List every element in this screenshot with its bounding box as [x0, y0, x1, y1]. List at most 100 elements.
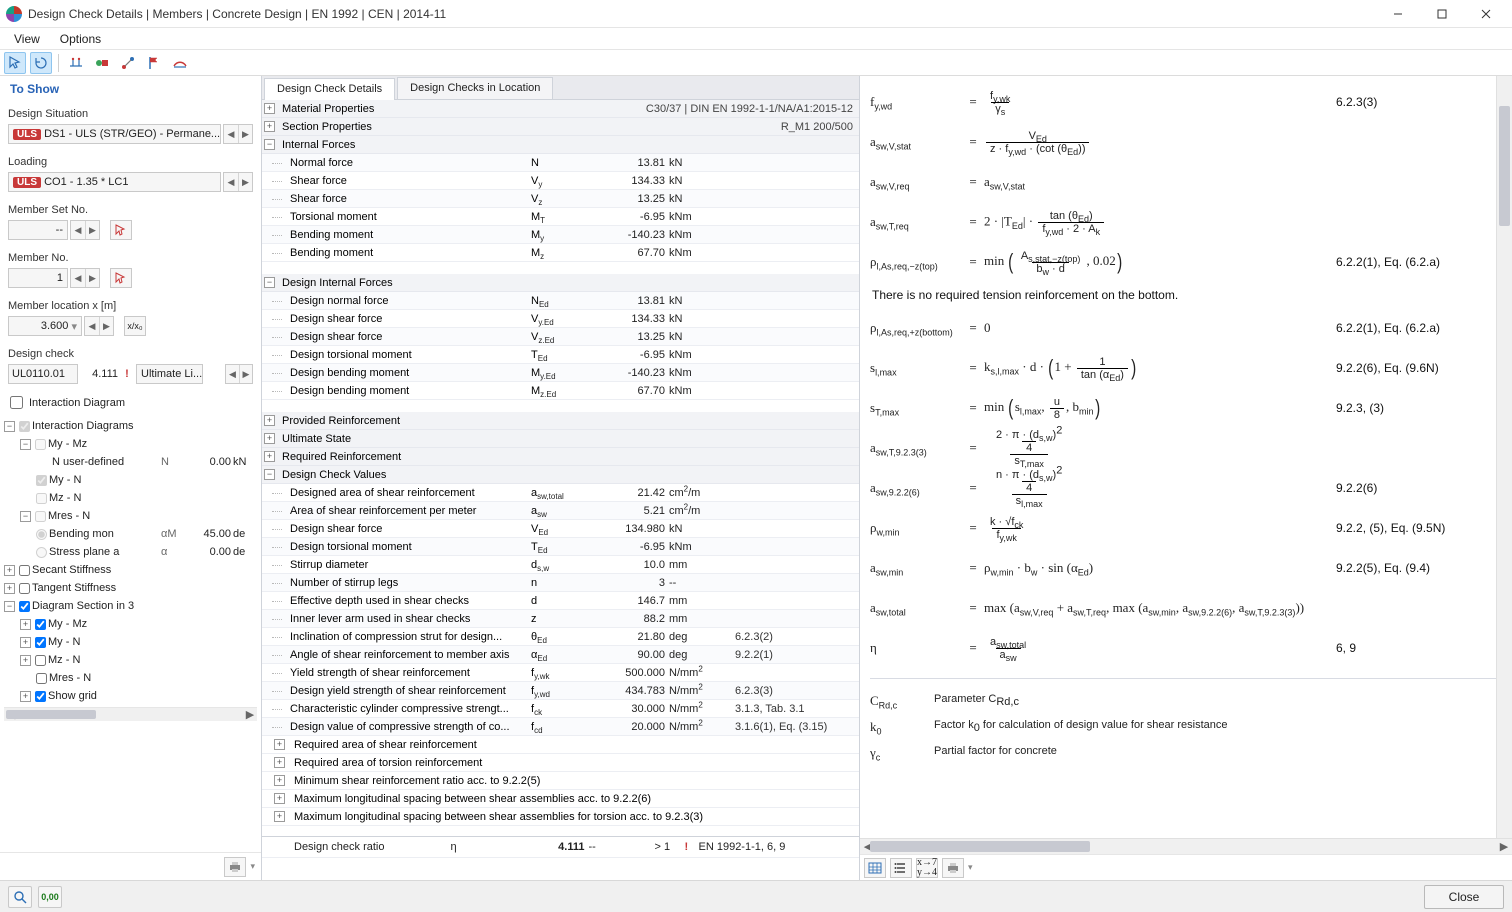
tree-label[interactable]: Interaction Diagrams — [32, 420, 134, 432]
member-no-combo[interactable]: 1 — [8, 268, 68, 288]
right-vscrollbar[interactable] — [1496, 76, 1512, 838]
right-hscrollbar[interactable]: ◀▶ — [860, 838, 1512, 854]
mset-next-button[interactable]: ▶ — [85, 221, 99, 239]
tree-label[interactable]: My - N — [48, 636, 80, 648]
tree-label[interactable]: My - N — [49, 474, 81, 486]
toolbar-rotate-icon[interactable] — [30, 52, 52, 74]
tree-label[interactable]: Bending mon — [49, 528, 114, 540]
location-combo[interactable]: 3.600 ▾ — [8, 316, 82, 336]
menu-options[interactable]: Options — [50, 30, 111, 48]
right-tool-list-icon[interactable] — [890, 858, 912, 878]
design-check-code[interactable]: UL0110.01 — [8, 364, 78, 384]
member-set-combo[interactable]: -- — [8, 220, 68, 240]
tree-label[interactable]: Secant Stiffness — [32, 564, 111, 576]
mno-next-button[interactable]: ▶ — [85, 269, 99, 287]
tree-check[interactable] — [19, 565, 30, 576]
tree-hscrollbar[interactable]: ◀▶ — [4, 707, 257, 721]
loc-prev-button[interactable]: ◀ — [85, 317, 99, 335]
mset-prev-button[interactable]: ◀ — [71, 221, 85, 239]
print-dropdown-icon[interactable]: ▾ — [250, 861, 255, 872]
design-check-type[interactable]: Ultimate Li... ▾ — [136, 364, 203, 384]
mno-prev-button[interactable]: ◀ — [71, 269, 85, 287]
section-toggle-icon[interactable]: + — [264, 103, 275, 114]
tree-expand-icon[interactable]: + — [20, 655, 31, 666]
right-print-dropdown-icon[interactable]: ▾ — [968, 862, 973, 873]
tab-checks-location[interactable]: Design Checks in Location — [397, 77, 553, 99]
tree-check[interactable] — [35, 619, 46, 630]
tree-check[interactable] — [35, 691, 46, 702]
close-window-button[interactable] — [1464, 0, 1508, 28]
tree-label[interactable]: N user-defined — [52, 456, 124, 468]
tree-label[interactable]: Tangent Stiffness — [32, 582, 116, 594]
tree-collapse-icon[interactable]: − — [20, 439, 31, 450]
tree-expand-icon[interactable]: + — [4, 583, 15, 594]
tree-check[interactable] — [19, 601, 30, 612]
load-next-button[interactable]: ▶ — [238, 173, 252, 191]
toolbar-flag-icon[interactable] — [143, 52, 165, 74]
section-toggle-icon[interactable]: − — [264, 469, 275, 480]
tree-label[interactable]: Diagram Section in 3 — [32, 600, 134, 612]
tree-expand-icon[interactable]: + — [20, 637, 31, 648]
tree-collapse-icon[interactable]: − — [20, 511, 31, 522]
section-expand-icon[interactable]: + — [274, 757, 285, 768]
toolbar-section-icon[interactable] — [169, 52, 191, 74]
tree-check[interactable] — [19, 583, 30, 594]
tree-check[interactable] — [36, 673, 47, 684]
tree-expand-icon[interactable]: + — [20, 691, 31, 702]
ds-next-button[interactable]: ▶ — [238, 125, 252, 143]
tree-label[interactable]: Mz - N — [49, 492, 81, 504]
tree-expand-icon[interactable]: + — [20, 619, 31, 630]
tree-expand-icon[interactable]: + — [4, 565, 15, 576]
tree-collapse-icon[interactable]: − — [4, 601, 15, 612]
member-no-pick-icon[interactable] — [110, 268, 132, 288]
right-tool-table-icon[interactable] — [864, 858, 886, 878]
footer-decimals-icon[interactable]: 0,00 — [38, 886, 62, 908]
tab-details[interactable]: Design Check Details — [264, 78, 395, 100]
menu-view[interactable]: View — [4, 30, 50, 48]
design-situation-combo[interactable]: ULS DS1 - ULS (STR/GEO) - Permane... — [8, 124, 221, 144]
tree-check[interactable] — [35, 655, 46, 666]
interaction-checkbox[interactable] — [10, 396, 23, 409]
toolbar-beam-icon[interactable] — [65, 52, 87, 74]
data-row: Design shear force Vy.Ed 134.33 kN — [262, 310, 859, 328]
section-toggle-icon[interactable]: + — [264, 415, 275, 426]
ds-prev-button[interactable]: ◀ — [224, 125, 238, 143]
tree-label[interactable]: Mz - N — [48, 654, 80, 666]
loc-next-button[interactable]: ▶ — [99, 317, 113, 335]
section-toggle-icon[interactable]: − — [264, 139, 275, 150]
toolbar-cursor-icon[interactable] — [4, 52, 26, 74]
minimize-button[interactable] — [1376, 0, 1420, 28]
section-expand-icon[interactable]: + — [274, 739, 285, 750]
section-toggle-icon[interactable]: − — [264, 277, 275, 288]
tree-collapse-icon[interactable]: − — [4, 421, 15, 432]
dc-prev-button[interactable]: ◀ — [226, 365, 239, 383]
equation-row: asw,total = max (asw,V,req + asw,T,req, … — [870, 588, 1500, 628]
right-tool-formula-icon[interactable]: x→7y→4 — [916, 858, 938, 878]
loading-combo[interactable]: ULS CO1 - 1.35 * LC1 — [8, 172, 221, 192]
load-prev-button[interactable]: ◀ — [224, 173, 238, 191]
close-button[interactable]: Close — [1424, 885, 1504, 909]
section-expand-icon[interactable]: + — [274, 793, 285, 804]
section-expand-icon[interactable]: + — [274, 811, 285, 822]
section-toggle-icon[interactable]: + — [264, 451, 275, 462]
tree-label[interactable]: My - Mz — [48, 438, 87, 450]
footer-search-icon[interactable] — [8, 886, 32, 908]
member-set-pick-icon[interactable] — [110, 220, 132, 240]
toolbar-shapes-icon[interactable] — [91, 52, 113, 74]
right-tool-print-icon[interactable] — [942, 858, 964, 878]
tree-label[interactable]: My - Mz — [48, 618, 87, 630]
tree-label[interactable]: Stress plane a — [49, 546, 119, 558]
section-toggle-icon[interactable]: + — [264, 433, 275, 444]
xx0-button[interactable]: x/x₀ — [124, 316, 146, 336]
section-toggle-icon[interactable]: + — [264, 121, 275, 132]
dc-next-button[interactable]: ▶ — [239, 365, 252, 383]
tree-label[interactable]: Mres - N — [48, 510, 90, 522]
print-button[interactable] — [224, 857, 246, 877]
section-expand-icon[interactable]: + — [274, 775, 285, 786]
maximize-button[interactable] — [1420, 0, 1464, 28]
tree-label[interactable]: Mres - N — [49, 672, 91, 684]
row-unit: N/mm2 — [669, 667, 735, 679]
tree-check[interactable] — [35, 637, 46, 648]
toolbar-nodes-icon[interactable] — [117, 52, 139, 74]
tree-label[interactable]: Show grid — [48, 690, 97, 702]
